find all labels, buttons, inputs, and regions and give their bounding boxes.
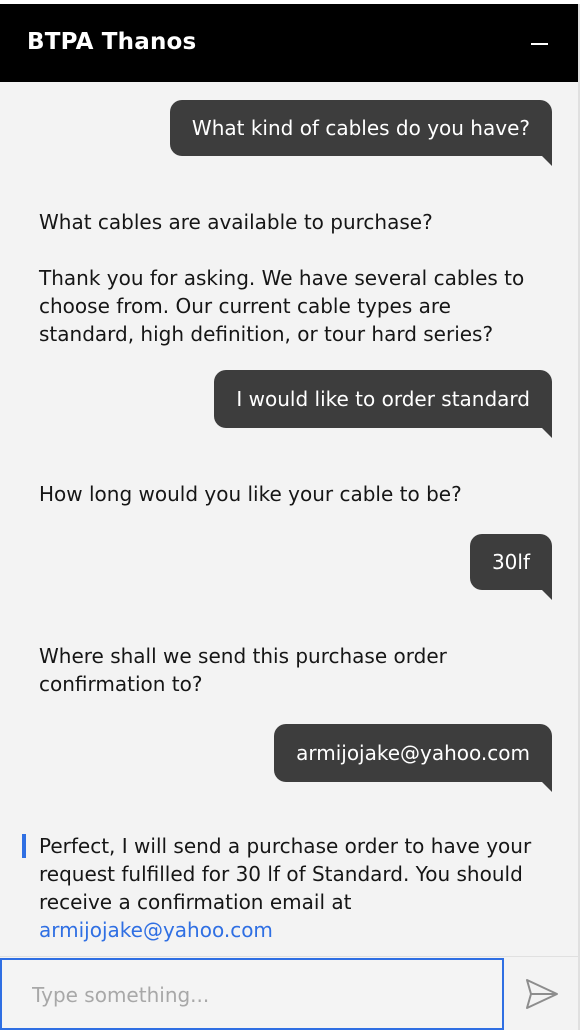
email-link[interactable]: armijojake@yahoo.com xyxy=(39,918,273,942)
bot-message-text: How long would you like your cable to be… xyxy=(39,482,462,506)
bot-message-question: What cables are available to purchase? xyxy=(39,210,433,234)
user-message: armijojake@yahoo.com xyxy=(274,724,552,792)
bubble-tail xyxy=(542,428,552,438)
bubble-tail xyxy=(542,782,552,792)
bubble-tail xyxy=(542,590,552,600)
minimize-icon xyxy=(531,43,548,45)
bot-message: How long would you like your cable to be… xyxy=(39,480,549,508)
bot-message-body: Perfect, I will send a purchase order to… xyxy=(39,834,532,914)
bubble-tail xyxy=(542,156,552,166)
latest-message-indicator xyxy=(22,834,26,858)
bot-message: What cables are available to purchase? T… xyxy=(39,208,549,348)
user-message: What kind of cables do you have? xyxy=(169,100,552,166)
user-message-text: armijojake@yahoo.com xyxy=(296,741,530,765)
bot-message-text: Where shall we send this purchase order … xyxy=(39,644,447,696)
chat-window: BTPA Thanos What kind of cables do you h… xyxy=(0,4,580,1030)
minimize-button[interactable] xyxy=(522,24,558,62)
chat-header: BTPA Thanos xyxy=(0,4,578,82)
message-input-wrapper xyxy=(0,958,504,1030)
user-message: I would like to order standard xyxy=(214,370,552,438)
user-message-text: I would like to order standard xyxy=(236,387,530,411)
send-button[interactable] xyxy=(506,958,578,1030)
bot-message: Where shall we send this purchase order … xyxy=(39,642,549,698)
send-icon xyxy=(526,979,558,1009)
chat-title: BTPA Thanos xyxy=(27,29,197,55)
user-message-text: What kind of cables do you have? xyxy=(191,116,530,140)
bot-message: Perfect, I will send a purchase order to… xyxy=(39,832,549,944)
user-message-text: 30lf xyxy=(491,550,530,574)
message-input[interactable] xyxy=(30,978,484,1012)
composer xyxy=(0,956,578,1030)
bot-message-text: Thank you for asking. We have several ca… xyxy=(39,266,525,346)
bot-message-text: Perfect, I will send a purchase order to… xyxy=(39,832,549,944)
user-message: 30lf xyxy=(469,534,552,600)
